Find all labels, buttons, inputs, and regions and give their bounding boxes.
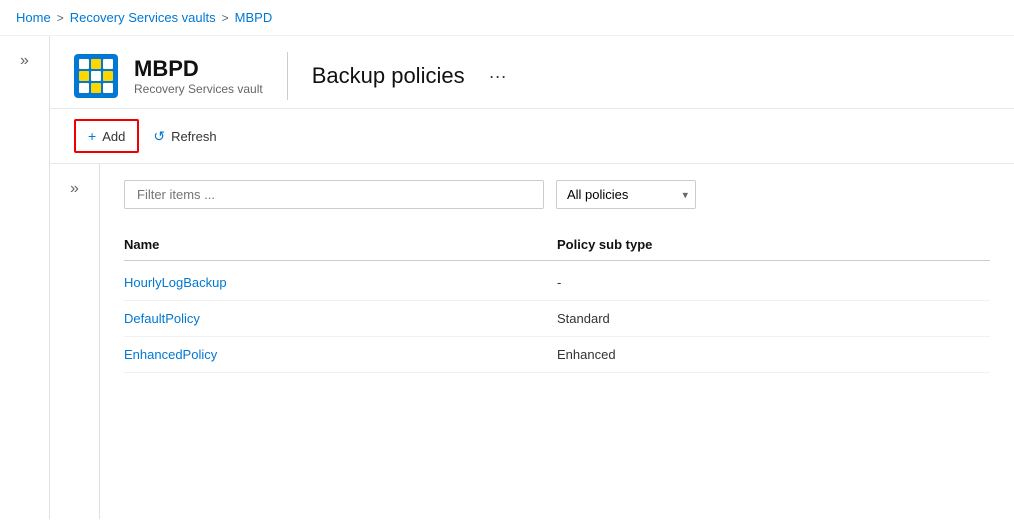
breadcrumb-sep2: > [222,11,229,25]
icon-cell [103,71,113,81]
content-area: MBPD Recovery Services vault Backup poli… [50,36,1014,519]
page-section-title: Backup policies [312,63,465,89]
col-header-name: Name [124,237,557,252]
col-header-subtype: Policy sub type [557,237,990,252]
policies-table: Name Policy sub type HourlyLogBackup - D… [124,229,990,373]
breadcrumb-vault[interactable]: MBPD [235,10,273,25]
policy-link-2[interactable]: EnhancedPolicy [124,347,217,362]
sidebar-secondary: » [50,164,100,519]
refresh-button[interactable]: ↺ Refresh [143,123,226,150]
policy-link-0[interactable]: HourlyLogBackup [124,275,227,290]
icon-cell [103,83,113,93]
breadcrumb-sep1: > [57,11,64,25]
row-subtype-0: - [557,275,990,290]
add-button-highlight: + Add [74,119,139,153]
icon-cell [79,71,89,81]
icon-cell [91,71,101,81]
policy-link-1[interactable]: DefaultPolicy [124,311,200,326]
filter-input[interactable] [124,180,544,209]
inner-layout: » All policies Standard Enhanced [50,164,1014,519]
filter-row: All policies Standard Enhanced [124,180,990,209]
table-row: DefaultPolicy Standard [124,301,990,337]
icon-cell [79,59,89,69]
sidebar-left: » [0,36,50,519]
vault-subtitle: Recovery Services vault [134,82,263,96]
add-label: Add [102,129,125,144]
breadcrumb-recovery[interactable]: Recovery Services vaults [70,10,216,25]
header-title-group: MBPD Recovery Services vault [134,56,263,96]
table-row: HourlyLogBackup - [124,265,990,301]
row-subtype-2: Enhanced [557,347,990,362]
refresh-icon: ↺ [153,128,165,145]
page-header: MBPD Recovery Services vault Backup poli… [50,36,1014,109]
data-area: All policies Standard Enhanced Name Poli… [100,164,1014,519]
icon-cell [103,59,113,69]
icon-cell [91,83,101,93]
vault-name: MBPD [134,56,263,82]
refresh-label: Refresh [171,129,217,144]
icon-cell [79,83,89,93]
sidebar-toggle-left[interactable]: » [16,48,33,74]
more-options-button[interactable]: ··· [489,66,507,87]
breadcrumb: Home > Recovery Services vaults > MBPD [0,0,1014,36]
vault-icon [74,54,118,98]
table-header: Name Policy sub type [124,229,990,261]
table-row: EnhancedPolicy Enhanced [124,337,990,373]
toolbar: + Add ↺ Refresh [50,109,1014,164]
row-name-2: EnhancedPolicy [124,347,557,362]
add-button[interactable]: + Add [78,123,135,149]
header-divider [287,52,288,100]
breadcrumb-home[interactable]: Home [16,10,51,25]
icon-cell [91,59,101,69]
sidebar-toggle-secondary[interactable]: » [66,176,83,202]
row-name-1: DefaultPolicy [124,311,557,326]
policy-filter-select[interactable]: All policies Standard Enhanced [556,180,696,209]
row-name-0: HourlyLogBackup [124,275,557,290]
plus-icon: + [88,128,96,144]
policy-filter-wrapper: All policies Standard Enhanced [556,180,696,209]
row-subtype-1: Standard [557,311,990,326]
